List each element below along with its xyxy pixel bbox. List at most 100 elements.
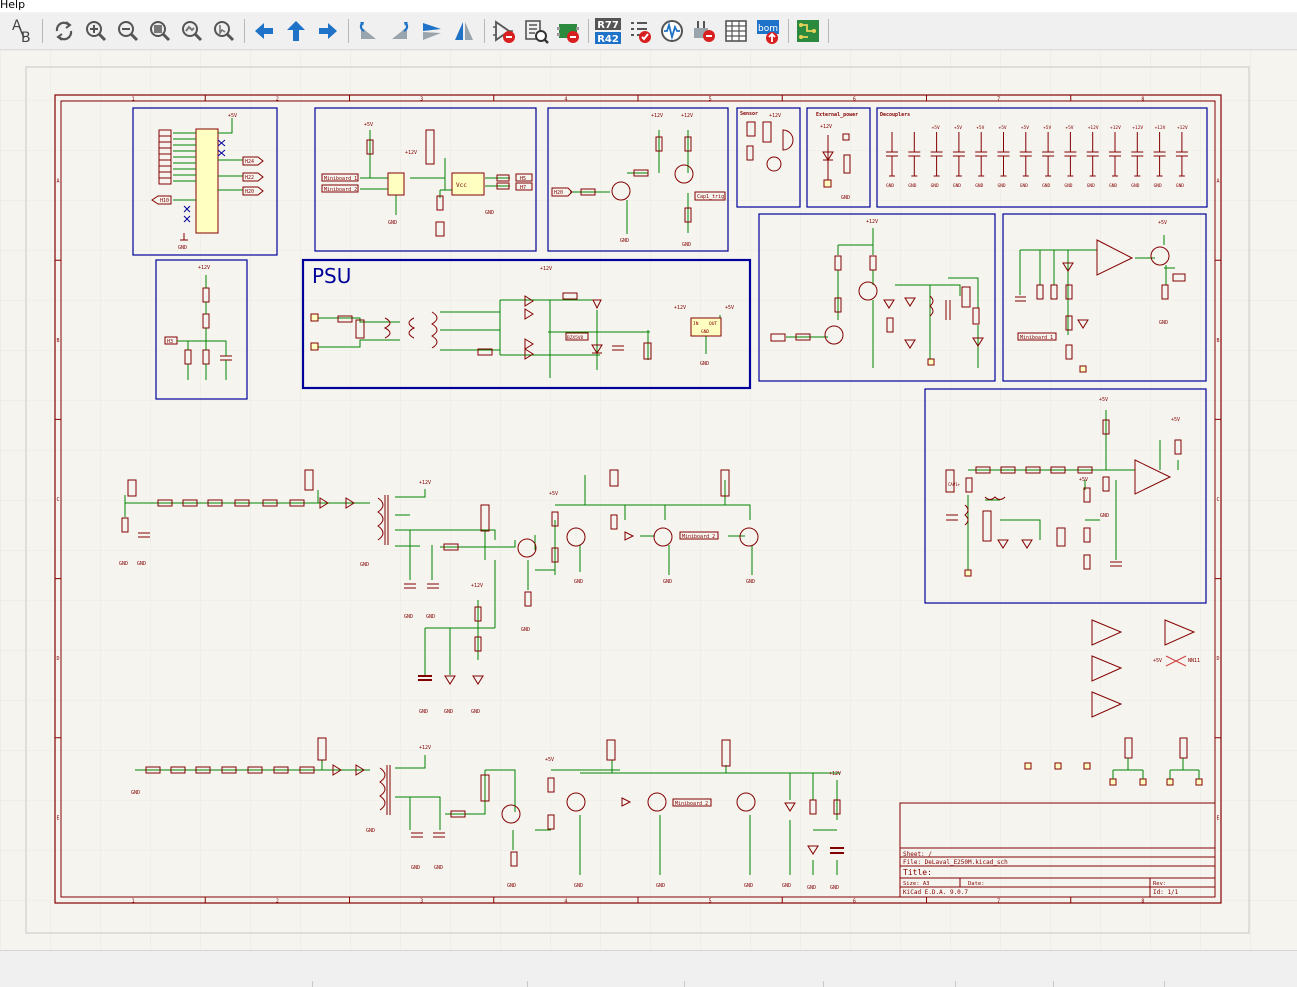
ch2-power-12v: +12V <box>419 745 431 751</box>
reg-out: OUT <box>709 321 717 327</box>
frame-col-label: 1 <box>132 899 135 905</box>
opamp-a-power-5v: +5V <box>1158 220 1167 226</box>
reg-power-5v: +5V <box>725 305 734 311</box>
menu-help[interactable]: Help <box>0 0 25 10</box>
frame-row-label: A <box>56 179 59 185</box>
driver-power-12v-a: +12V <box>651 113 663 119</box>
simulator-icon[interactable] <box>658 17 686 45</box>
sensor-power-12v: +12V <box>769 113 781 119</box>
frame-col-label: 4 <box>564 899 567 905</box>
decoupling-power-label: +12V <box>1110 125 1121 131</box>
svg-text:B: B <box>21 30 31 44</box>
divider-power-12v: +12V <box>198 265 210 271</box>
label-nn11: NN11 <box>1188 658 1200 664</box>
ch2-gnd-g: GND <box>656 883 665 889</box>
driver-gnd-b: GND <box>682 242 691 248</box>
ch1-gnd-c: GND <box>360 562 369 568</box>
reg-gnd: GND <box>700 361 709 367</box>
frame-col-label: 1 <box>132 97 135 103</box>
frame-col-label: 5 <box>709 899 712 905</box>
navigate-up-icon[interactable] <box>282 17 310 45</box>
erc-icon[interactable] <box>626 17 654 45</box>
frame-col-label: 3 <box>420 899 423 905</box>
frame-col-label: 6 <box>853 899 856 905</box>
decoupling-gnd-label: GND <box>998 183 1006 189</box>
frame-row-label: D <box>56 656 59 662</box>
zoom-fit-icon[interactable] <box>146 17 174 45</box>
frame-col-label: 6 <box>853 97 856 103</box>
header-gnd: GND <box>178 245 187 251</box>
decoupling-power-label: +5V <box>1021 125 1029 131</box>
driver-gnd-a: GND <box>620 238 629 244</box>
frame-col-label: 2 <box>276 97 279 103</box>
rotate-cw-icon[interactable] <box>386 17 414 45</box>
schematic-drawing[interactable]: 1 1 2 2 3 3 4 4 5 5 6 6 7 7 8 8 A A B B C C D D E E H10 H24 H22 H… <box>0 50 1297 950</box>
decoupling-gnd-label: GND <box>1109 183 1117 189</box>
ch1-gnd-a: GND <box>119 561 128 567</box>
frame-row-label: E <box>56 815 59 821</box>
frame-row-label: D <box>1216 656 1219 662</box>
bom-export-icon[interactable]: bom <box>754 17 782 45</box>
frame-row-label: B <box>56 338 59 344</box>
netlist-icon[interactable] <box>690 17 718 45</box>
label-miniboard1-a: Miniboard 1 <box>324 176 357 182</box>
label-miniboard2-b: Miniboard 2 <box>682 534 715 540</box>
decoupling-power-label: +12V <box>1088 125 1099 131</box>
miniboard-gnd-b: GND <box>485 210 494 216</box>
menu-bar: Help <box>0 0 1297 12</box>
decoupling-gnd-label: GND <box>1176 183 1184 189</box>
zoom-out-icon[interactable] <box>114 17 142 45</box>
navigate-forward-icon[interactable] <box>314 17 342 45</box>
frame-row-label: E <box>1216 815 1219 821</box>
zoom-in-icon[interactable] <box>82 17 110 45</box>
footprint-assign-icon[interactable] <box>554 17 582 45</box>
header-power-5v: +5V <box>228 113 237 119</box>
frame-row-label: C <box>56 497 59 503</box>
zoom-objects-icon[interactable] <box>178 17 206 45</box>
annotate-icon[interactable]: R77 R42 <box>594 17 622 45</box>
spell-check-icon[interactable]: AB <box>4 17 32 45</box>
ch2-gnd-b: GND <box>366 828 375 834</box>
opamp-a-gnd: GND <box>1159 320 1168 326</box>
decoupling-power-label: +5V <box>976 125 984 131</box>
ch2-gnd-e: GND <box>507 883 516 889</box>
decoupling-power-label: +5V <box>954 125 962 131</box>
annotate-text-top: R77 <box>597 20 619 31</box>
annotate-text-bottom: R42 <box>597 34 619 45</box>
ch2-power-5v: +5V <box>545 757 554 763</box>
ch1-gnd-h: GND <box>663 579 672 585</box>
decoupling-power-label: +5V <box>1043 125 1051 131</box>
label-h20-b: H20 <box>554 190 563 196</box>
refresh-icon[interactable] <box>50 17 78 45</box>
bom-table-icon[interactable] <box>722 17 750 45</box>
psu-title: PSU <box>312 264 351 288</box>
label-vcc: Vcc <box>456 182 467 189</box>
opamp-b-power-5v-b: +5V <box>1171 417 1180 423</box>
decoupling-power-label: +12V <box>1177 125 1188 131</box>
schematic-canvas[interactable]: 1 1 2 2 3 3 4 4 5 5 6 6 7 7 8 8 A A B B C C D D E E H10 H24 H22 H… <box>0 50 1297 950</box>
mirror-vertical-icon[interactable] <box>418 17 446 45</box>
symbol-browser-icon[interactable] <box>522 17 550 45</box>
decoupling-gnd-label: GND <box>1042 183 1050 189</box>
pcb-editor-icon[interactable] <box>794 17 822 45</box>
frame-col-label: 4 <box>564 97 567 103</box>
navigate-back-icon[interactable] <box>250 17 278 45</box>
zoom-selection-icon[interactable] <box>210 17 238 45</box>
ch2-gnd-d: GND <box>434 865 443 871</box>
ch1-gnd-g: GND <box>574 579 583 585</box>
decoupling-power-label: +5V <box>932 125 940 131</box>
decoupling-gnd-label: GND <box>908 183 916 189</box>
title-title: Title: <box>903 868 932 877</box>
opamp-b-power-5v-c: +5V <box>1079 477 1088 483</box>
ch1-power-12v: +12V <box>419 480 431 486</box>
bom-badge-text: bom <box>758 24 778 34</box>
mirror-horizontal-icon[interactable] <box>450 17 478 45</box>
decoupling-gnd-label: GND <box>953 183 961 189</box>
rotate-ccw-icon[interactable] <box>354 17 382 45</box>
decoupling-gnd-label: GND <box>1154 183 1162 189</box>
symbol-editor-icon[interactable] <box>490 17 518 45</box>
spare-power-5v: +5V <box>1153 658 1162 664</box>
decoupling-gnd-label: GND <box>931 183 939 189</box>
frame-col-label: 3 <box>420 97 423 103</box>
sensor-title: Sensor <box>740 111 758 117</box>
